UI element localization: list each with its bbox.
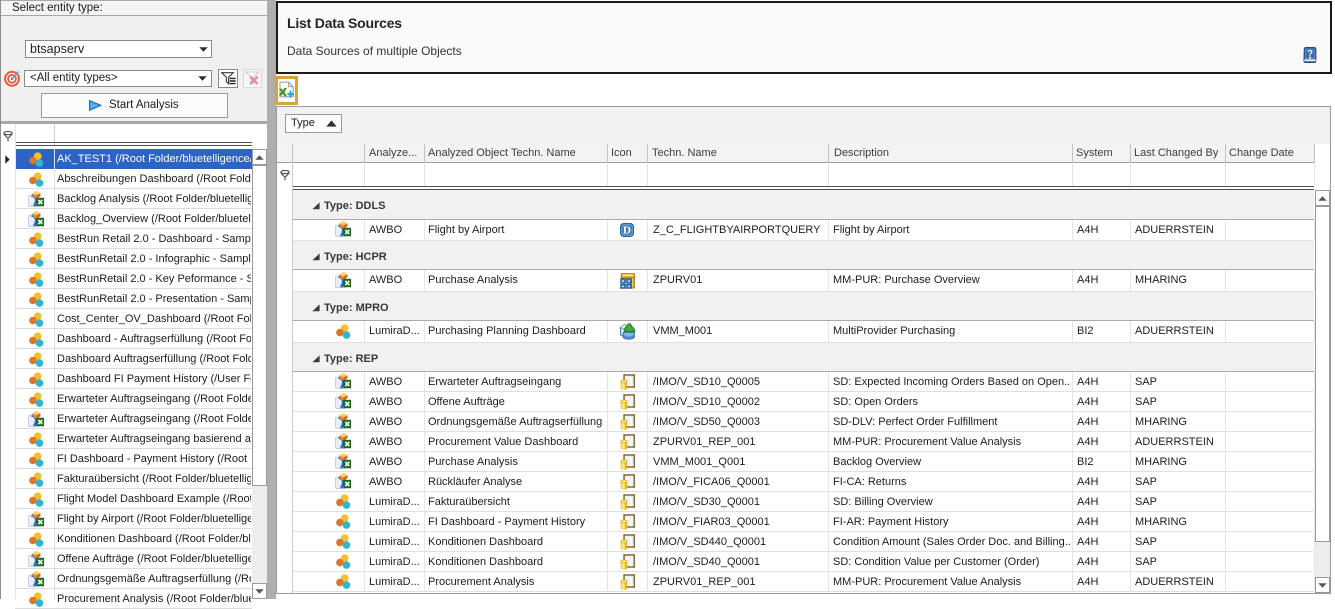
svg-text:D: D (623, 225, 631, 237)
